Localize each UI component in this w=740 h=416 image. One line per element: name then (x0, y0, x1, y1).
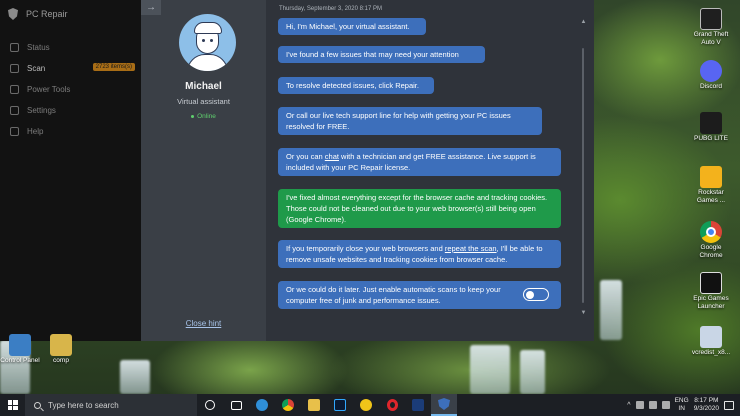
chat-message: I've found a few issues that may need yo… (278, 46, 485, 63)
task-view-button[interactable] (223, 394, 249, 416)
taskbar-search[interactable]: Type here to search (25, 394, 197, 416)
scan-icon (10, 64, 19, 73)
photoshop-icon (334, 399, 346, 411)
search-icon (34, 401, 41, 409)
online-status: Online (141, 113, 266, 120)
desktop-icon-rockstar[interactable]: Rockstar Games ... (689, 166, 733, 205)
agent-name: Michael (185, 81, 222, 92)
epic-icon (700, 272, 722, 294)
chat-message: If you temporarily close your web browse… (278, 240, 561, 268)
taskbar-powershell[interactable] (405, 394, 431, 416)
desktop-icon-chrome[interactable]: Google Chrome (689, 221, 733, 260)
chat-message-success: I've fixed almost everything except for … (278, 189, 561, 228)
repeat-scan-link[interactable]: repeat the scan (445, 244, 497, 253)
app-nav: Status Scan 2723 items(s) Power Tools Se… (0, 37, 141, 142)
network-icon[interactable] (648, 401, 657, 409)
control-panel-icon (9, 334, 31, 356)
chat-area: Thursday, September 3, 2020 8:17 PM Hi, … (266, 0, 594, 341)
system-tray: ^ ENG IN 8:17 PM 9/3/2020 (627, 394, 740, 416)
desktop-icon-epic[interactable]: Epic Games Launcher (689, 272, 733, 311)
shield-icon (8, 8, 18, 20)
opera-icon (386, 399, 398, 411)
scroll-thumb[interactable] (582, 48, 584, 303)
help-icon (10, 127, 19, 136)
task-view-icon (230, 400, 242, 410)
chat-message: Or we could do it later. Just enable aut… (278, 281, 561, 309)
app-title: PC Repair (26, 9, 68, 19)
app-brand: PC Repair (8, 8, 68, 20)
search-placeholder: Type here to search (48, 400, 119, 410)
taskbar-chrome[interactable] (275, 394, 301, 416)
folder-icon (50, 334, 72, 356)
chrome-icon (282, 399, 294, 411)
desktop-icon-discord[interactable]: Discord (689, 60, 733, 91)
chat-message: Hi, I'm Michael, your virtual assistant. (278, 18, 426, 35)
chat-message: Or call our live tech support line for h… (278, 107, 542, 135)
shield-icon (438, 398, 450, 410)
nav-label: Scan (27, 64, 46, 73)
scroll-down-icon[interactable]: ▼ (579, 309, 588, 318)
nav-item-power-tools[interactable]: Power Tools (0, 79, 141, 100)
battery-icon[interactable] (635, 401, 644, 409)
chat-scrollbar[interactable]: ▲ ▼ (579, 18, 588, 318)
chat-message: Or you can chat with a technician and ge… (278, 148, 561, 176)
chrome-icon (700, 221, 722, 243)
close-hint-link[interactable]: Close hint (141, 319, 266, 328)
rockstar-icon (700, 166, 722, 188)
taskbar-app[interactable] (353, 394, 379, 416)
nav-label: Settings (27, 106, 56, 115)
windows-icon (7, 400, 18, 410)
taskbar: Type here to search ^ ENG IN 8:17 PM 9/3/2… (0, 394, 740, 416)
desktop-icon-control-panel[interactable]: Control Panel (0, 334, 42, 365)
agent-panel: Michael Virtual assistant Online Close h… (141, 0, 266, 341)
taskbar-explorer[interactable] (301, 394, 327, 416)
online-dot-icon (191, 114, 195, 118)
tools-icon (10, 85, 19, 94)
cortana-icon (205, 400, 215, 410)
folder-icon (308, 399, 320, 411)
start-button[interactable] (0, 394, 25, 416)
nav-item-status[interactable]: Status (0, 37, 141, 58)
volume-icon[interactable] (661, 401, 670, 409)
chat-message: To resolve detected issues, click Repair… (278, 77, 434, 94)
nav-label: Power Tools (27, 85, 71, 94)
powershell-icon (412, 399, 424, 411)
collapse-arrow-button[interactable]: → (141, 0, 161, 15)
language-indicator[interactable]: ENG IN (675, 397, 689, 413)
auto-scan-toggle[interactable] (523, 288, 549, 301)
desktop-icon-vcredist[interactable]: vcredist_x8... (689, 326, 733, 357)
taskbar-clock[interactable]: 8:17 PM 9/3/2020 (694, 397, 719, 413)
cortana-button[interactable] (197, 394, 223, 416)
edge-icon (256, 399, 268, 411)
gta-icon (700, 8, 722, 30)
desktop-icon-gta[interactable]: Grand Theft Auto V (689, 8, 733, 47)
nav-label: Status (27, 43, 50, 52)
desktop-icon-pubg[interactable]: PUBG LITE (689, 112, 733, 143)
agent-role: Virtual assistant (177, 97, 230, 106)
app-icon (360, 399, 372, 411)
taskbar-edge[interactable] (249, 394, 275, 416)
avatar (179, 14, 236, 71)
scan-count-badge: 2723 items(s) (92, 63, 135, 71)
nav-item-scan[interactable]: Scan 2723 items(s) (0, 58, 141, 79)
nav-item-settings[interactable]: Settings (0, 100, 141, 121)
gear-icon (10, 106, 19, 115)
status-icon (10, 43, 19, 52)
desktop-icon-comp[interactable]: comp (39, 334, 83, 365)
pubg-icon (700, 112, 722, 134)
discord-icon (700, 60, 722, 82)
notification-icon[interactable] (724, 400, 734, 410)
taskbar-photoshop[interactable] (327, 394, 353, 416)
nav-label: Help (27, 127, 44, 136)
assistant-overlay: Michael Virtual assistant Online Close h… (141, 0, 594, 341)
installer-icon (700, 326, 722, 348)
scroll-up-icon[interactable]: ▲ (579, 18, 588, 27)
chat-timestamp: Thursday, September 3, 2020 8:17 PM (279, 6, 382, 12)
taskbar-opera[interactable] (379, 394, 405, 416)
chat-link[interactable]: chat (325, 152, 339, 161)
taskbar-pc-repair[interactable] (431, 394, 457, 416)
nav-item-help[interactable]: Help (0, 121, 141, 142)
chevron-up-icon[interactable]: ^ (627, 402, 630, 409)
app-sidebar: PC Repair Status Scan 2723 items(s) Powe… (0, 0, 141, 341)
